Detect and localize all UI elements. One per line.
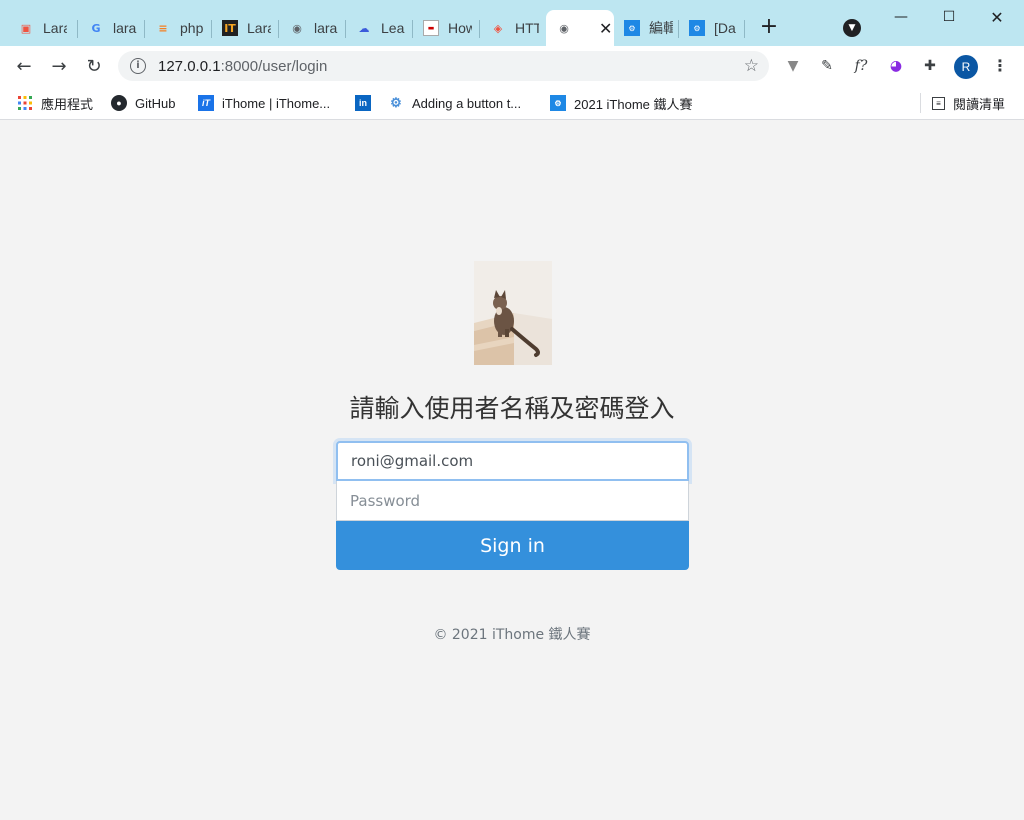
url-path: :8000/user/login <box>220 57 328 75</box>
bookmark-label: 閱讀清單 <box>953 96 1006 112</box>
eyedropper-icon[interactable]: ✎ <box>816 55 838 77</box>
page-title: 請輸入使用者名稱及密碼登入 <box>349 394 675 423</box>
ithome-icon: iT <box>198 95 214 111</box>
email-field[interactable] <box>336 441 689 481</box>
back-button[interactable]: ← <box>10 52 38 80</box>
laravel-icon: ▣ <box>20 21 32 35</box>
login-page: 請輸入使用者名稱及密碼登入 Sign in © 2021 iThome 鐵人賽 <box>0 121 1024 820</box>
tab-title: lara <box>314 20 338 36</box>
bookmark-star-icon[interactable]: ☆ <box>744 56 759 76</box>
tab-active[interactable]: ◉ ✕ <box>546 10 614 46</box>
github-icon: ● <box>111 95 127 111</box>
minimize-button[interactable]: — <box>877 0 925 34</box>
tab-1[interactable]: ▣ Lara <box>8 10 78 46</box>
tab-separator <box>744 20 745 38</box>
reading-list[interactable]: ≡ 閱讀清單 <box>932 92 1005 114</box>
bookmark-label: Adding a button t... <box>412 95 522 111</box>
tab-6[interactable]: ☁ Lear <box>346 10 413 46</box>
tab-title: Lear <box>381 20 405 36</box>
ironman-icon: ⚙ <box>689 20 705 36</box>
bookmark-linkedin[interactable]: in <box>355 92 379 114</box>
tab-title: 編輯 <box>649 20 673 36</box>
ironman-icon: ⚙ <box>624 20 640 36</box>
close-window-button[interactable]: ✕ <box>973 0 1021 34</box>
bookmark-label: GitHub <box>135 95 176 111</box>
bookmark-label: 2021 iThome 鐵人賽 <box>574 96 693 112</box>
tab-title: php <box>180 20 204 36</box>
tab-title: HTT <box>515 20 539 36</box>
tab-title: How <box>448 20 472 36</box>
url-host: 127.0.0.1 <box>158 57 221 75</box>
bookmarks-divider <box>920 93 921 113</box>
bookmark-adding-button[interactable]: ⚙ Adding a button t... <box>388 92 521 114</box>
tab-4[interactable]: IT Lara <box>212 10 279 46</box>
tab-title: [Da <box>714 20 736 36</box>
tab-strip: ▣ Lara G lara ≡ php IT Lara ◉ lara ☁ Lea… <box>0 0 1024 46</box>
menu-dots-icon[interactable]: ⋮ <box>990 55 1010 77</box>
extensions-puzzle-icon[interactable]: ✚ <box>919 55 941 77</box>
bookmark-label: iThome | iThome... <box>222 95 331 111</box>
tab-search-button[interactable]: ▼ <box>843 19 861 37</box>
gear-icon: ⚙ <box>390 95 402 110</box>
tab-8[interactable]: ◈ HTT <box>480 10 546 46</box>
tab-10[interactable]: ⚙ 編輯 <box>614 10 679 46</box>
tab-2[interactable]: G lara <box>78 10 145 46</box>
reload-button[interactable]: ↻ <box>80 52 108 80</box>
tab-7[interactable]: ▬ How <box>413 10 480 46</box>
ithome-icon: IT <box>222 20 238 36</box>
tab-title: lara <box>113 20 137 36</box>
reading-list-icon: ≡ <box>932 96 945 110</box>
linkedin-icon: in <box>355 95 371 111</box>
sign-in-button[interactable]: Sign in <box>336 521 689 570</box>
extension-purple-icon[interactable]: ◕ <box>885 55 907 77</box>
bookmark-apps[interactable]: 應用程式 <box>17 92 93 114</box>
bookmarks-bar: 應用程式 ● GitHub iT iThome | iThome... in ⚙… <box>0 86 1024 120</box>
close-icon[interactable]: ✕ <box>599 19 612 38</box>
tab-5[interactable]: ◉ lara <box>279 10 346 46</box>
tab-title: Lara <box>247 20 271 36</box>
google-icon: G <box>91 21 101 35</box>
browser-toolbar: ← → ↻ i 127.0.0.1:8000/user/login ☆ ▼ ✎ … <box>0 46 1024 86</box>
footer-copyright: © 2021 iThome 鐵人賽 <box>433 627 591 643</box>
cat-logo-image <box>474 261 552 365</box>
bookmark-ithome[interactable]: iT iThome | iThome... <box>198 92 330 114</box>
globe-icon: ◉ <box>292 21 302 35</box>
laravel-icon: ◈ <box>493 21 503 35</box>
bookmark-label: 應用程式 <box>41 96 94 112</box>
profile-avatar[interactable]: R <box>954 55 978 79</box>
address-bar[interactable]: i 127.0.0.1:8000/user/login ☆ <box>118 51 769 81</box>
site-icon: ▬ <box>423 20 439 36</box>
url-text[interactable]: 127.0.0.1:8000/user/login <box>158 58 327 75</box>
tab-11[interactable]: ⚙ [Da <box>679 10 745 46</box>
vue-devtools-icon[interactable]: ▼ <box>782 55 804 77</box>
stackoverflow-icon: ≡ <box>158 21 168 35</box>
new-tab-button[interactable]: + <box>756 14 782 40</box>
font-finder-icon[interactable]: f? <box>850 55 872 77</box>
ironman-icon: ⚙ <box>550 95 566 111</box>
info-icon[interactable]: i <box>130 58 146 74</box>
tab-3[interactable]: ≡ php <box>145 10 212 46</box>
maximize-button[interactable]: ☐ <box>925 0 973 34</box>
forward-button[interactable]: → <box>45 52 73 80</box>
cloud-icon: ☁ <box>358 21 370 35</box>
bookmark-github[interactable]: ● GitHub <box>111 92 175 114</box>
globe-icon: ◉ <box>559 21 569 35</box>
tab-title: Lara <box>43 20 67 36</box>
password-field[interactable] <box>336 481 689 521</box>
apps-grid-icon <box>17 95 33 111</box>
bookmark-ironman[interactable]: ⚙ 2021 iThome 鐵人賽 <box>550 92 693 114</box>
